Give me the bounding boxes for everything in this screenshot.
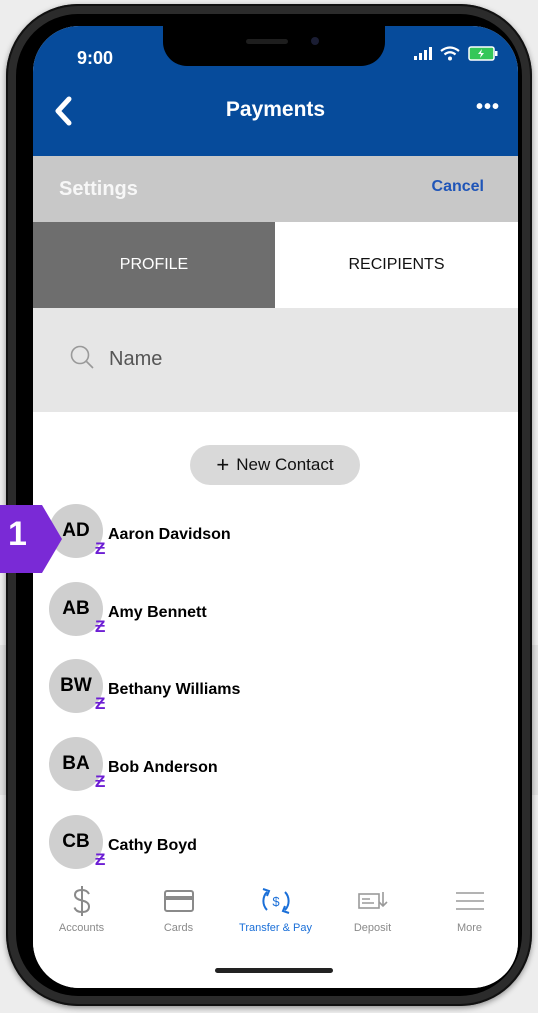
zelle-icon: Ƶ	[95, 772, 106, 791]
speaker	[246, 39, 288, 44]
status-time: 9:00	[77, 48, 114, 68]
contact-name: Amy Bennett	[108, 604, 207, 621]
settings-title: Settings	[59, 178, 138, 200]
tab-accounts[interactable]: Accounts	[33, 884, 130, 934]
tab-deposit[interactable]: Deposit	[324, 884, 421, 934]
dollar-icon	[73, 886, 90, 916]
tab-more-label: More	[456, 922, 483, 934]
callout-number: 1	[8, 515, 27, 553]
home-indicator	[215, 968, 333, 973]
zelle-icon: Ƶ	[95, 694, 106, 713]
tab-accounts-label: Accounts	[58, 922, 105, 934]
camera	[311, 37, 319, 45]
plus-icon: +	[216, 452, 230, 477]
contact-name: Bethany Williams	[108, 681, 241, 698]
menu-icon	[455, 892, 484, 910]
contact-name: Aaron Davidson	[108, 526, 231, 543]
wifi-icon	[440, 46, 460, 61]
tab-transfer-pay[interactable]: $ Transfer & Pay	[227, 884, 324, 934]
list-item[interactable]: AB Ƶ Amy Bennett	[49, 582, 489, 642]
app-header: 9:00 Payments •••	[33, 26, 518, 156]
list-item[interactable]: BA Ƶ Bob Anderson	[49, 737, 489, 797]
more-options-button[interactable]: •••	[476, 96, 500, 119]
signal-icon	[414, 47, 432, 60]
tab-cards-label: Cards	[163, 922, 194, 934]
list-item[interactable]: AD Ƶ Aaron Davidson	[49, 504, 489, 564]
search-icon	[70, 345, 94, 369]
card-icon	[163, 890, 194, 912]
list-item[interactable]: CB Ƶ Cathy Boyd	[49, 815, 489, 875]
page-title: Payments	[225, 98, 326, 121]
tab-transfer-pay-label: Transfer & Pay	[239, 922, 312, 934]
tab-deposit-label: Deposit	[353, 922, 392, 934]
status-icons	[414, 46, 498, 61]
zelle-icon: Ƶ	[95, 539, 106, 558]
contact-name: Bob Anderson	[108, 759, 218, 776]
cancel-button[interactable]: Cancel	[432, 178, 484, 196]
transfer-icon: $	[261, 888, 290, 914]
notch	[163, 26, 385, 66]
svg-text:$: $	[272, 894, 280, 909]
search-bar	[33, 308, 518, 412]
tab-more[interactable]: More	[421, 884, 518, 934]
new-contact-button[interactable]: + New Contact	[190, 445, 360, 485]
phone-screen: 9:00 Payments ••• Settings Cancel PROFIL…	[33, 26, 518, 988]
settings-bar: Settings Cancel	[33, 156, 518, 222]
contact-name: Cathy Boyd	[108, 837, 197, 854]
tab-recipients[interactable]: RECIPIENTS	[275, 222, 518, 308]
tab-cards[interactable]: Cards	[130, 884, 227, 934]
settings-tabs: PROFILE RECIPIENTS	[33, 222, 518, 308]
new-contact-label: New Contact	[236, 455, 334, 474]
search-input[interactable]	[107, 344, 471, 374]
list-item[interactable]: BW Ƶ Bethany Williams	[49, 659, 489, 719]
tab-profile[interactable]: PROFILE	[33, 222, 275, 308]
zelle-icon: Ƶ	[95, 850, 106, 869]
check-deposit-icon	[357, 892, 388, 909]
zelle-icon: Ƶ	[95, 617, 106, 636]
battery-icon	[468, 46, 498, 61]
